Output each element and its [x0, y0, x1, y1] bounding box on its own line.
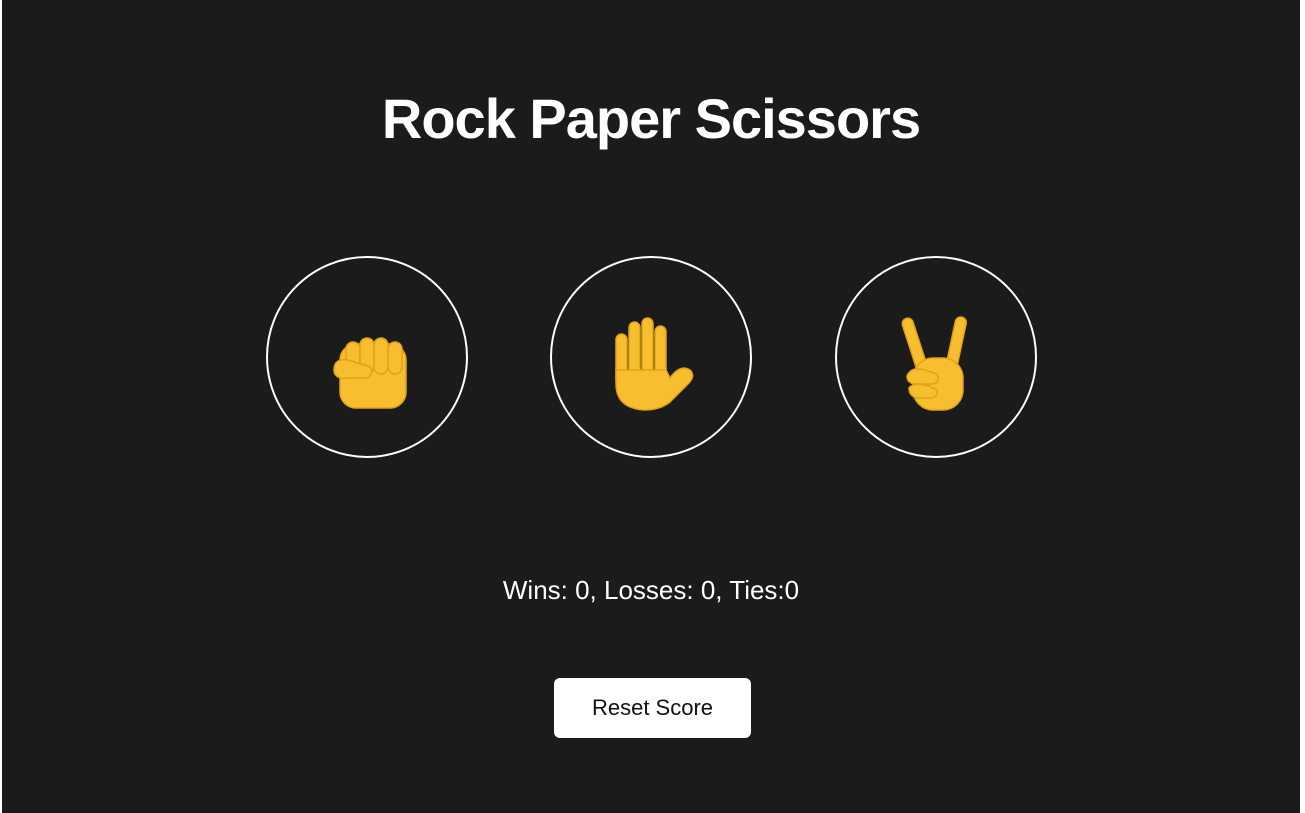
- raised-fist-icon: [333, 337, 407, 409]
- raised-hand-icon: [615, 317, 694, 411]
- reset-score-button[interactable]: Reset Score: [554, 678, 751, 738]
- scissors-button[interactable]: [835, 256, 1037, 458]
- game-container: Rock Paper Scissors Wins: 0, Losses: 0, …: [2, 0, 1300, 813]
- score-text: Wins: 0, Losses: 0, Ties:0: [502, 575, 800, 605]
- paper-button[interactable]: [550, 256, 752, 458]
- page-title: Rock Paper Scissors: [381, 87, 921, 150]
- rock-button[interactable]: [266, 256, 468, 458]
- victory-hand-icon: [901, 316, 968, 411]
